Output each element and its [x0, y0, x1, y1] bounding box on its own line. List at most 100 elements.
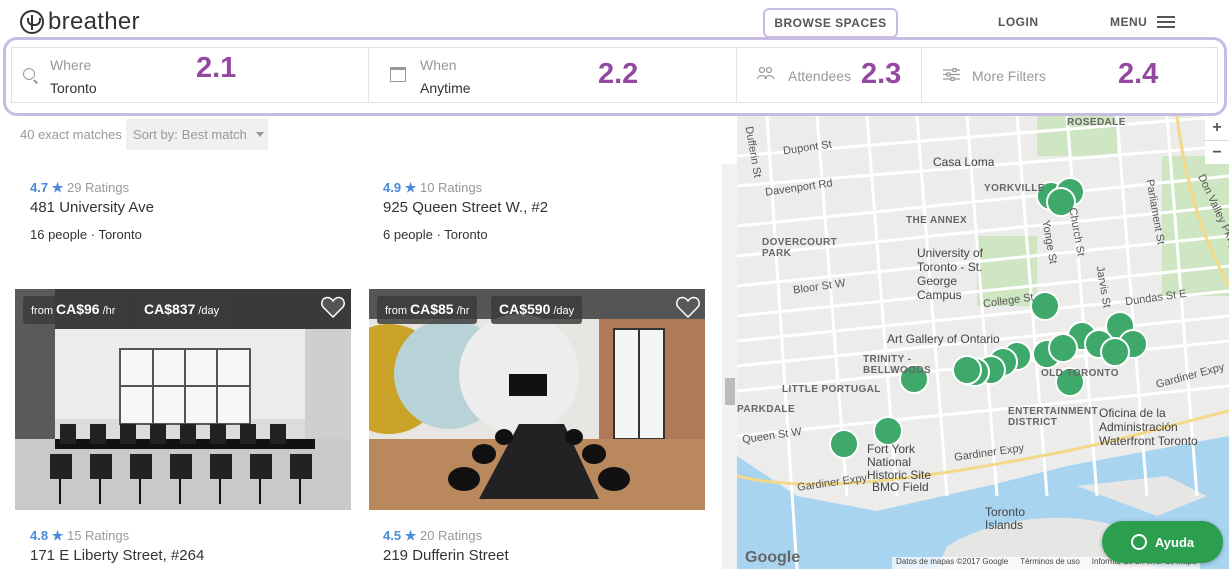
listing-city: Toronto	[444, 227, 488, 242]
where-field[interactable]: Where Toronto 2.1	[12, 48, 369, 102]
map-label: DOVERCOURT PARK	[762, 237, 838, 259]
annotation-2-2: 2.2	[598, 58, 639, 90]
listing-address: 925 Queen Street W., #2	[383, 199, 549, 216]
chat-bubble-icon	[1130, 534, 1147, 550]
listing-score: 4.9	[383, 180, 402, 195]
map-label: THE ANNEX	[906, 215, 968, 226]
sort-value: Best match	[181, 127, 247, 142]
annotation-2-1: 2.1	[196, 52, 237, 84]
map-label: BMO Field	[872, 480, 929, 494]
listing-address: 171 E Liberty Street, #264	[30, 547, 205, 564]
zoom-in-button[interactable]: +	[1205, 116, 1229, 140]
daily-price-badge: CA$837 /day	[136, 296, 228, 324]
results-count: 40 exact matches	[20, 127, 122, 142]
attendees-label: Attendees	[788, 68, 852, 84]
caret-down-icon	[255, 132, 264, 137]
search-bar: Where Toronto 2.1 When Anytime 2.2 Atten…	[11, 47, 1218, 103]
daily-price: CA$590	[499, 301, 551, 317]
map-label: University of Toronto - St. George Campu…	[917, 246, 984, 302]
map-label: Casa Loma	[933, 155, 995, 169]
results-scrollbar[interactable]	[722, 164, 737, 569]
listing-ratings-count: 10 Ratings	[419, 180, 483, 195]
map-label: YORKVILLE	[984, 183, 1045, 194]
map-label: PARKDALE	[737, 404, 796, 415]
listing-capacity: 16 people	[30, 227, 88, 242]
listing-photo[interactable]: from CA$85 /hr CA$590 /day	[369, 289, 705, 510]
login-link[interactable]: LOGIN	[998, 15, 1039, 29]
zoom-out-button[interactable]: −	[1205, 140, 1229, 164]
listing-photo[interactable]: from CA$96 /hr CA$837 /day	[15, 289, 351, 510]
map-label: ROSEDALE	[1067, 117, 1126, 128]
hourly-price: CA$85	[410, 301, 454, 317]
hourly-price-badge: from CA$96 /hr	[23, 296, 124, 324]
listing-rating: 4.8 ★ 15 Ratings	[30, 528, 204, 544]
when-label: When	[420, 57, 457, 73]
listing-ratings-count: 15 Ratings	[66, 528, 130, 543]
help-label: Ayuda	[1154, 534, 1195, 550]
annotation-2-4: 2.4	[1118, 58, 1159, 90]
listing-ratings-count: 20 Ratings	[419, 528, 483, 543]
hourly-price-badge: from CA$85 /hr	[377, 296, 478, 324]
listing-address: 219 Dufferin Street	[383, 547, 509, 564]
hamburger-icon	[1157, 16, 1176, 28]
search-icon	[23, 68, 35, 80]
menu-label: MENU	[1110, 15, 1148, 29]
favorite-heart-icon[interactable]	[321, 296, 345, 318]
listing-rating: 4.7 ★ 29 Ratings	[30, 180, 154, 196]
star-icon: ★	[401, 528, 420, 543]
daily-unit: /day	[553, 305, 575, 317]
when-value: Anytime	[420, 80, 471, 96]
hourly-unit: /hr	[456, 305, 470, 317]
listing-ratings-count: 29 Ratings	[66, 180, 130, 195]
map-label: ENTERTAINMENT DISTRICT	[1008, 406, 1099, 428]
map-label: OLD TORONTO	[1041, 368, 1119, 379]
sort-dropdown[interactable]: Sort by: Best match	[126, 119, 268, 150]
tree-logo-icon	[20, 10, 44, 34]
map-label: Art Gallery of Ontario	[887, 332, 1000, 346]
hourly-unit: /hr	[102, 305, 116, 317]
more-filters-label: More Filters	[972, 68, 1046, 84]
map-view[interactable]: ROSEDALE Casa Loma YORKVILLE THE ANNEX D…	[737, 116, 1229, 569]
google-logo: Google	[745, 549, 801, 566]
listing-score: 4.5	[383, 528, 402, 543]
listing-card[interactable]: 4.9 ★ 10 Ratings 925 Queen Street W., #2…	[383, 180, 548, 242]
daily-price-badge: CA$590 /day	[491, 296, 583, 324]
attendees-field[interactable]: Attendees 2.3	[737, 48, 922, 102]
map-data-credit: Datos de mapas ©2017 Google	[896, 557, 1009, 566]
star-icon: ★	[401, 180, 420, 195]
sort-label: Sort by:	[133, 127, 178, 142]
listing-card[interactable]: 4.7 ★ 29 Ratings 481 University Ave 16 p…	[30, 180, 154, 242]
menu-button[interactable]: MENU	[1110, 15, 1176, 29]
when-field[interactable]: When Anytime 2.2	[369, 48, 737, 102]
browse-spaces-link[interactable]: BROWSE SPACES	[763, 8, 898, 38]
where-value: Toronto	[50, 80, 97, 96]
listing-city: Toronto	[98, 227, 142, 242]
listing-card[interactable]: 4.8 ★ 15 Ratings 171 E Liberty Street, #…	[30, 528, 204, 564]
logo[interactable]: breather	[20, 8, 140, 36]
star-icon: ★	[48, 528, 67, 543]
scrollbar-thumb[interactable]	[725, 378, 735, 405]
help-chat-button[interactable]: Ayuda	[1102, 521, 1223, 563]
star-icon: ★	[48, 180, 67, 195]
more-filters-field[interactable]: More Filters 2.4	[922, 48, 1217, 102]
hourly-price: CA$96	[56, 301, 100, 317]
sliders-icon	[943, 68, 960, 81]
map-label: Oficina de la Administración Waterfront …	[1099, 406, 1198, 448]
calendar-icon	[390, 67, 406, 82]
price-prefix: from	[385, 305, 407, 317]
listing-capacity: 6 people	[383, 227, 433, 242]
terms-link[interactable]: Términos de uso	[1020, 557, 1080, 569]
listing-card[interactable]: 4.5 ★ 20 Ratings 219 Dufferin Street	[383, 528, 509, 564]
daily-unit: /day	[198, 305, 220, 317]
listing-address: 481 University Ave	[30, 199, 154, 216]
listing-score: 4.8	[30, 528, 49, 543]
people-icon	[757, 66, 775, 80]
listing-score: 4.7	[30, 180, 49, 195]
annotation-2-3: 2.3	[861, 58, 902, 90]
map-label: Fort York National Historic Site	[867, 442, 932, 482]
map-label: LITTLE PORTUGAL	[782, 384, 881, 395]
listing-rating: 4.5 ★ 20 Ratings	[383, 528, 509, 544]
where-label: Where	[50, 57, 92, 73]
favorite-heart-icon[interactable]	[676, 296, 700, 318]
listing-rating: 4.9 ★ 10 Ratings	[383, 180, 548, 196]
